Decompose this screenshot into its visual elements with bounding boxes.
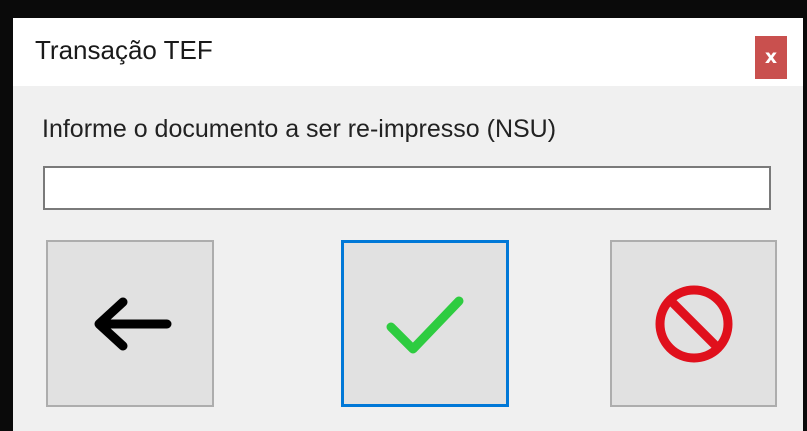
nsu-input[interactable] xyxy=(43,166,771,210)
screen-frame: Transação TEF x Informe o documento a se… xyxy=(0,0,807,431)
title-bar: Transação TEF x xyxy=(13,18,803,86)
window-title: Transação TEF xyxy=(35,35,213,65)
arrow-left-icon xyxy=(94,297,172,350)
cancel-button[interactable] xyxy=(610,240,777,407)
confirm-button[interactable] xyxy=(341,240,509,407)
close-icon: x xyxy=(764,46,778,68)
back-button[interactable] xyxy=(46,240,214,407)
nsu-prompt-label: Informe o documento a ser re-impresso (N… xyxy=(42,115,557,143)
tef-dialog: Transação TEF x Informe o documento a se… xyxy=(13,18,803,431)
prohibited-icon xyxy=(655,285,732,362)
close-button[interactable]: x xyxy=(755,36,787,79)
checkmark-icon xyxy=(386,296,464,353)
